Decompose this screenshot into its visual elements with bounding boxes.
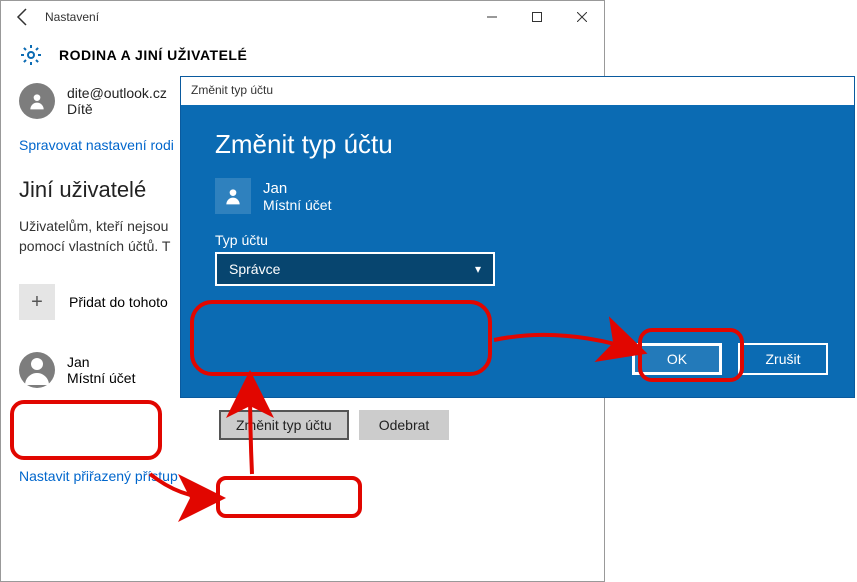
account-type-label: Typ účtu [215, 232, 820, 248]
assigned-access-link[interactable]: Nastavit přiřazený přístup [19, 468, 586, 484]
add-user-label: Přidat do tohoto [69, 294, 168, 310]
dialog-body: Změnit typ účtu Jan Místní účet Typ účtu… [181, 105, 854, 397]
window-controls [469, 2, 604, 32]
family-user-lines: dite@outlook.cz Dítě [67, 85, 167, 117]
change-account-type-button[interactable]: Změnit typ účtu [219, 410, 349, 440]
window-title: Nastavení [45, 10, 469, 24]
family-user-role: Dítě [67, 101, 167, 117]
local-user-lines: Jan Místní účet [67, 354, 135, 386]
account-type-value: Správce [229, 261, 280, 277]
dialog-user-sub: Místní účet [263, 197, 331, 213]
arrow-left-icon [11, 5, 35, 29]
plus-icon: + [19, 284, 55, 320]
avatar-icon [19, 352, 55, 388]
avatar-icon [19, 83, 55, 119]
maximize-icon [532, 12, 542, 22]
close-icon [577, 12, 587, 22]
account-type-select[interactable]: Správce ▾ [215, 252, 495, 286]
chevron-down-icon: ▾ [475, 262, 481, 276]
remove-user-button[interactable]: Odebrat [359, 410, 450, 440]
family-user-email: dite@outlook.cz [67, 85, 167, 101]
avatar-icon [215, 178, 251, 214]
cancel-button[interactable]: Zrušit [738, 343, 828, 375]
back-button[interactable] [11, 5, 35, 29]
minimize-button[interactable] [469, 2, 514, 32]
close-button[interactable] [559, 2, 604, 32]
local-user-name: Jan [67, 354, 135, 370]
dialog-user-row: Jan Místní účet [215, 178, 820, 214]
page-heading-row: RODINA A JINÍ UŽIVATELÉ [1, 33, 604, 75]
dialog-user-lines: Jan Místní účet [263, 180, 331, 213]
page-title: RODINA A JINÍ UŽIVATELÉ [59, 47, 247, 63]
titlebar: Nastavení [1, 1, 604, 33]
dialog-user-name: Jan [263, 180, 331, 197]
dialog-actions: OK Zrušit [632, 343, 828, 375]
change-account-type-dialog: Změnit typ účtu Změnit typ účtu Jan Míst… [180, 76, 855, 398]
dialog-titlebar: Změnit typ účtu [181, 77, 854, 105]
gear-icon [19, 43, 43, 67]
ok-button[interactable]: OK [632, 343, 722, 375]
user-actions: Změnit typ účtu Odebrat [219, 410, 586, 440]
dialog-heading: Změnit typ účtu [215, 129, 820, 160]
local-user-sub: Místní účet [67, 370, 135, 386]
minimize-icon [487, 12, 497, 22]
maximize-button[interactable] [514, 2, 559, 32]
